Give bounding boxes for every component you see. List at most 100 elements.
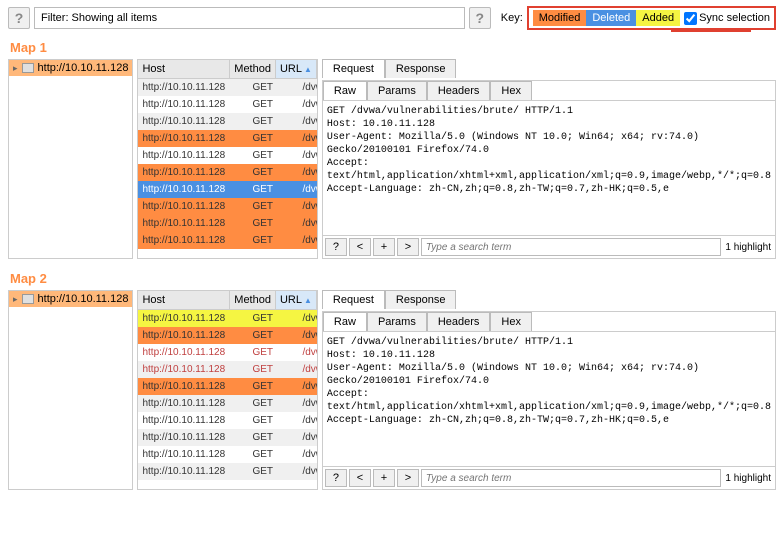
cell-host: http://10.10.11.128 [138, 415, 248, 426]
col-url[interactable]: URL▲ [276, 60, 317, 78]
map1-search-bar: ? < + > 1 highlight [323, 235, 775, 258]
search-plus-button[interactable]: + [373, 238, 395, 256]
cell-url: /dvwa/DTD/xhtml1-tr... [298, 364, 316, 375]
cell-host: http://10.10.11.128 [138, 364, 248, 375]
cell-url: /dvwa/DTD/ [298, 347, 316, 358]
map1-raw-request[interactable]: GET /dvwa/vulnerabilities/brute/ HTTP/1.… [323, 101, 775, 235]
table-row[interactable]: http://10.10.11.128GET/dvwa/vulnerabilit… [138, 198, 316, 215]
table-row[interactable]: http://10.10.11.128GET/dvwa/dvwa/?C=M;O.… [138, 446, 316, 463]
table-row[interactable]: http://10.10.11.128GET/dvwa/vulnerabilit… [138, 147, 316, 164]
map1-inner-tabs: Raw Params Headers Hex [323, 81, 775, 101]
cell-url: /dvwa/ [298, 330, 316, 341]
search-next-button[interactable]: > [397, 469, 419, 487]
cell-url: /dvwa/vulnerabilities/... [298, 218, 316, 229]
sync-label: Sync selection [699, 12, 770, 24]
help-button-left[interactable]: ? [8, 7, 30, 29]
cell-method: GET [248, 466, 298, 477]
table-row[interactable]: http://10.10.11.128GET/dvwa/DTD/xhtml1-t… [138, 361, 316, 378]
tab-hex[interactable]: Hex [490, 81, 532, 100]
tab-headers[interactable]: Headers [427, 312, 491, 331]
search-input[interactable] [421, 469, 721, 487]
sync-checkbox-input[interactable] [684, 12, 697, 25]
tab-hex[interactable]: Hex [490, 312, 532, 331]
cell-host: http://10.10.11.128 [138, 133, 248, 144]
tab-params[interactable]: Params [367, 81, 427, 100]
tree-expand-icon[interactable]: ▸ [13, 63, 18, 74]
table-row[interactable]: http://10.10.11.128GET/dvwa/dvwa/ [138, 395, 316, 412]
map1-table[interactable]: Host Method URL▲ http://10.10.11.128GET/… [137, 59, 317, 259]
cell-host: http://10.10.11.128 [138, 150, 248, 161]
col-host[interactable]: Host [138, 60, 230, 78]
table-row[interactable]: http://10.10.11.128GET/dvwa/ [138, 327, 316, 344]
tab-headers[interactable]: Headers [427, 81, 491, 100]
highlight-count: 1 highlight [723, 473, 773, 484]
map2-title: Map 2 [0, 267, 784, 290]
table-row[interactable]: http://10.10.11.128GET/dvwa/vulnerabilit… [138, 113, 316, 130]
cell-method: GET [248, 330, 298, 341]
search-help-button[interactable]: ? [325, 469, 347, 487]
map1-area: ▸ http://10.10.11.128 Host Method URL▲ h… [0, 59, 784, 267]
col-url[interactable]: URL▲ [276, 291, 317, 309]
table-row[interactable]: http://10.10.11.128GET/dvwa [138, 310, 316, 327]
filter-input[interactable] [34, 7, 465, 29]
map1-table-header: Host Method URL▲ [138, 60, 316, 79]
table-row[interactable]: http://10.10.11.128GET/dvwa/dvwa/?C=N;O.… [138, 463, 316, 480]
search-next-button[interactable]: > [397, 238, 419, 256]
cell-host: http://10.10.11.128 [138, 398, 248, 409]
table-row[interactable]: http://10.10.11.128GET/dvwa/dvwa/?C=D;O.… [138, 429, 316, 446]
table-row[interactable]: http://10.10.11.128GET/dvwa/vulnerabilit… [138, 181, 316, 198]
tab-raw[interactable]: Raw [323, 81, 367, 100]
search-plus-button[interactable]: + [373, 469, 395, 487]
tab-response[interactable]: Response [385, 290, 457, 309]
key-modified: Modified [533, 10, 587, 26]
col-method[interactable]: Method [230, 291, 276, 309]
map1-outer-tabs: Request Response [322, 59, 776, 78]
table-row[interactable]: http://10.10.11.128GET/dvwa/vulnerabilit… [138, 79, 316, 96]
search-help-button[interactable]: ? [325, 238, 347, 256]
cell-method: GET [248, 201, 298, 212]
cell-method: GET [248, 218, 298, 229]
col-method[interactable]: Method [230, 60, 276, 78]
cell-method: GET [248, 364, 298, 375]
cell-method: GET [248, 449, 298, 460]
map2-raw-request[interactable]: GET /dvwa/vulnerabilities/brute/ HTTP/1.… [323, 332, 775, 466]
cell-url: /dvwa/vulnerabilities/... [298, 184, 316, 195]
map2-tree-host[interactable]: ▸ http://10.10.11.128 [9, 291, 132, 307]
table-row[interactable]: http://10.10.11.128GET/dvwa/vulnerabilit… [138, 232, 316, 249]
map2-tree[interactable]: ▸ http://10.10.11.128 [8, 290, 133, 490]
table-row[interactable]: http://10.10.11.128GET/dvwa/vulnerabilit… [138, 130, 316, 147]
cell-method: GET [248, 184, 298, 195]
tab-request[interactable]: Request [322, 59, 385, 78]
cell-method: GET [248, 235, 298, 246]
table-row[interactable]: http://10.10.11.128GET/dvwa/vulnerabilit… [138, 215, 316, 232]
search-prev-button[interactable]: < [349, 469, 371, 487]
table-row[interactable]: http://10.10.11.128GET/dvwa/about.php [138, 378, 316, 395]
cell-method: GET [248, 99, 298, 110]
map1-tree-host[interactable]: ▸ http://10.10.11.128 [9, 60, 132, 76]
tab-response[interactable]: Response [385, 59, 457, 78]
help-button-right[interactable]: ? [469, 7, 491, 29]
table-row[interactable]: http://10.10.11.128GET/dvwa/vulnerabilit… [138, 164, 316, 181]
search-input[interactable] [421, 238, 721, 256]
map1-tree[interactable]: ▸ http://10.10.11.128 [8, 59, 133, 259]
col-host[interactable]: Host [138, 291, 230, 309]
folder-icon [22, 294, 34, 304]
cell-url: /dvwa/about.php [298, 381, 316, 392]
table-row[interactable]: http://10.10.11.128GET/dvwa/dvwa/?C=D;O.… [138, 412, 316, 429]
cell-method: GET [248, 167, 298, 178]
table-row[interactable]: http://10.10.11.128GET/dvwa/DTD/ [138, 344, 316, 361]
tab-raw[interactable]: Raw [323, 312, 367, 331]
cell-method: GET [248, 398, 298, 409]
map2-table[interactable]: Host Method URL▲ http://10.10.11.128GET/… [137, 290, 317, 490]
cell-method: GET [248, 381, 298, 392]
key-label: Key: [501, 12, 523, 24]
cell-host: http://10.10.11.128 [138, 82, 248, 93]
sync-selection-checkbox[interactable]: Sync selection [684, 12, 770, 25]
search-prev-button[interactable]: < [349, 238, 371, 256]
tree-expand-icon[interactable]: ▸ [13, 294, 18, 305]
cell-host: http://10.10.11.128 [138, 347, 248, 358]
table-row[interactable]: http://10.10.11.128GET/dvwa/vulnerabilit… [138, 96, 316, 113]
tab-params[interactable]: Params [367, 312, 427, 331]
tree-host-label: http://10.10.11.128 [38, 62, 129, 74]
tab-request[interactable]: Request [322, 290, 385, 309]
